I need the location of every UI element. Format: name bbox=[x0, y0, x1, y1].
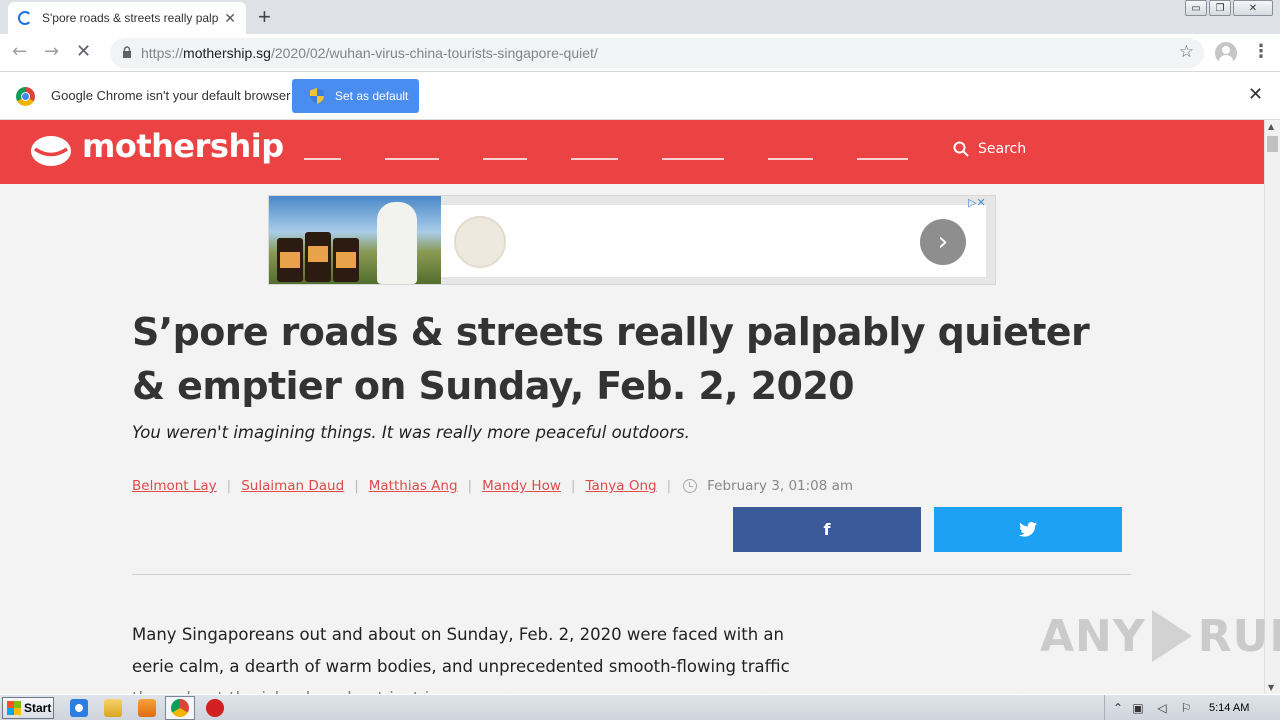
scroll-down-icon[interactable]: ▼ bbox=[1268, 683, 1274, 692]
taskbar-clock[interactable]: 5:14 AM bbox=[1209, 695, 1249, 720]
loading-spinner-icon bbox=[18, 11, 32, 25]
scroll-up-icon[interactable]: ▲ bbox=[1268, 122, 1274, 131]
twitter-icon bbox=[1019, 522, 1037, 537]
nav-item-7[interactable] bbox=[857, 158, 908, 160]
body-line: Many Singaporeans out and about on Sunda… bbox=[132, 625, 784, 644]
mothership-logo-icon[interactable] bbox=[30, 134, 72, 168]
file-explorer-icon[interactable] bbox=[104, 699, 122, 717]
byline-separator: | bbox=[666, 478, 672, 494]
watermark-right: RUN bbox=[1197, 610, 1280, 662]
browser-tab[interactable]: S'pore roads & streets really palpably q… bbox=[8, 2, 246, 34]
internet-explorer-icon[interactable] bbox=[70, 699, 88, 717]
stop-loading-icon[interactable]: ✕ bbox=[76, 40, 91, 64]
watermark-play-icon bbox=[1151, 610, 1192, 662]
default-browser-infobar: Google Chrome isn't your default browser… bbox=[0, 72, 1280, 120]
author-link[interactable]: Belmont Lay bbox=[132, 478, 217, 494]
window-close-button[interactable]: ✕ bbox=[1233, 0, 1273, 16]
watermark-left: ANY bbox=[1040, 610, 1146, 662]
start-button[interactable]: Start bbox=[2, 697, 54, 719]
tab-strip: S'pore roads & streets really palpably q… bbox=[0, 0, 1280, 34]
advertisement-banner[interactable]: › ▷✕ bbox=[268, 195, 996, 285]
search-icon bbox=[953, 141, 969, 157]
network-icon[interactable]: ▣ bbox=[1131, 701, 1145, 715]
profile-avatar-icon[interactable] bbox=[1215, 42, 1237, 64]
article-date: February 3, 01:08 am bbox=[707, 478, 854, 494]
uac-shield-icon bbox=[310, 88, 324, 104]
author-link[interactable]: Matthias Ang bbox=[369, 478, 458, 494]
show-hidden-icons-icon[interactable]: ⌃ bbox=[1111, 701, 1125, 715]
author-link[interactable]: Sulaiman Daud bbox=[241, 478, 344, 494]
url-scheme: https:// bbox=[141, 45, 184, 61]
nav-item-4[interactable] bbox=[571, 158, 618, 160]
article-headline: S’pore roads & streets really palpably q… bbox=[132, 310, 1090, 408]
tab-close-icon[interactable]: ✕ bbox=[224, 10, 236, 27]
back-arrow-icon[interactable]: ← bbox=[12, 40, 27, 64]
twitter-share-button[interactable] bbox=[934, 507, 1122, 552]
adchoices-icon[interactable]: ▷✕ bbox=[968, 196, 986, 209]
lock-icon bbox=[123, 46, 131, 58]
media-player-icon[interactable] bbox=[138, 699, 156, 717]
url-text: https://mothership.sg/2020/02/wuhan-viru… bbox=[141, 38, 598, 68]
byline-separator: | bbox=[467, 478, 473, 494]
bookmark-star-icon[interactable]: ☆ bbox=[1179, 42, 1194, 62]
url-host: mothership.sg bbox=[183, 45, 271, 61]
system-tray: ⌃ ▣ ◁ ⚐ bbox=[1104, 695, 1280, 720]
body-line: eerie calm, a dearth of warm bodies, and… bbox=[132, 657, 790, 676]
nav-item-2[interactable] bbox=[385, 158, 439, 160]
author-link[interactable]: Mandy How bbox=[482, 478, 561, 494]
article-byline: Belmont Lay | Sulaiman Daud | Matthias A… bbox=[132, 478, 853, 494]
chrome-logo-icon bbox=[16, 87, 35, 106]
search-label: Search bbox=[978, 141, 1027, 157]
honey-jar-image bbox=[333, 238, 359, 282]
facebook-icon: f bbox=[823, 520, 831, 539]
restore-button[interactable]: ❐ bbox=[1209, 0, 1231, 16]
honey-jar-image bbox=[305, 232, 331, 282]
byline-separator: | bbox=[354, 478, 359, 494]
honey-jar-image bbox=[277, 238, 303, 282]
forward-arrow-icon[interactable]: → bbox=[44, 40, 59, 64]
author-link[interactable]: Tanya Ong bbox=[585, 478, 656, 494]
ad-brand-seal-icon bbox=[454, 216, 506, 268]
article-subhead: You weren't imagining things. It was rea… bbox=[132, 423, 690, 442]
action-center-flag-icon[interactable]: ⚐ bbox=[1179, 701, 1193, 715]
chrome-taskbar-icon[interactable] bbox=[171, 699, 189, 717]
site-logo-text[interactable]: mothership bbox=[82, 127, 284, 165]
browser-toolbar: ← → ✕ https://mothership.sg/2020/02/wuha… bbox=[0, 34, 1280, 72]
set-as-default-button[interactable]: Set as default bbox=[292, 79, 419, 113]
facebook-share-button[interactable]: f bbox=[733, 507, 921, 552]
site-header: mothership bbox=[0, 120, 1264, 184]
chrome-menu-icon[interactable]: ⋮ bbox=[1252, 40, 1270, 64]
infobar-close-icon[interactable]: ✕ bbox=[1248, 84, 1263, 105]
address-bar[interactable]: https://mothership.sg/2020/02/wuhan-viru… bbox=[110, 38, 1204, 68]
security-alert-icon[interactable] bbox=[206, 699, 224, 717]
infobar-message: Google Chrome isn't your default browser bbox=[51, 88, 291, 103]
ad-content-panel bbox=[441, 205, 986, 277]
tab-title: S'pore roads & streets really palpably q… bbox=[42, 11, 218, 25]
url-path: /2020/02/wuhan-virus-china-tourists-sing… bbox=[270, 45, 598, 61]
beekeeper-image bbox=[377, 202, 417, 284]
windows-taskbar: Start ⌃ ▣ ◁ ⚐ 5:14 AM bbox=[0, 694, 1280, 720]
nav-item-3[interactable] bbox=[483, 158, 527, 160]
nav-item-5[interactable] bbox=[662, 158, 724, 160]
minimize-button[interactable]: ▭ bbox=[1185, 0, 1207, 16]
scrollbar-thumb[interactable] bbox=[1267, 136, 1278, 152]
nav-item-1[interactable] bbox=[304, 158, 341, 160]
ad-next-arrow-icon[interactable]: › bbox=[920, 219, 966, 265]
new-tab-button[interactable]: + bbox=[258, 4, 271, 30]
start-label: Start bbox=[24, 701, 52, 715]
volume-icon[interactable]: ◁ bbox=[1155, 701, 1169, 715]
site-search-button[interactable]: Search bbox=[953, 141, 1026, 157]
page-scrollbar[interactable]: ▲ ▼ bbox=[1264, 120, 1280, 694]
set-as-default-label: Set as default bbox=[335, 89, 409, 103]
byline-separator: | bbox=[570, 478, 576, 494]
window-controls: ▭ ❐ ✕ bbox=[1183, 0, 1273, 18]
article-divider bbox=[132, 574, 1131, 575]
anyrun-watermark: ANY RUN bbox=[1040, 610, 1280, 662]
ad-product-image bbox=[269, 196, 441, 284]
nav-item-6[interactable] bbox=[768, 158, 813, 160]
windows-logo-icon bbox=[7, 701, 21, 715]
byline-separator: | bbox=[226, 478, 232, 494]
clock-icon bbox=[683, 479, 698, 493]
